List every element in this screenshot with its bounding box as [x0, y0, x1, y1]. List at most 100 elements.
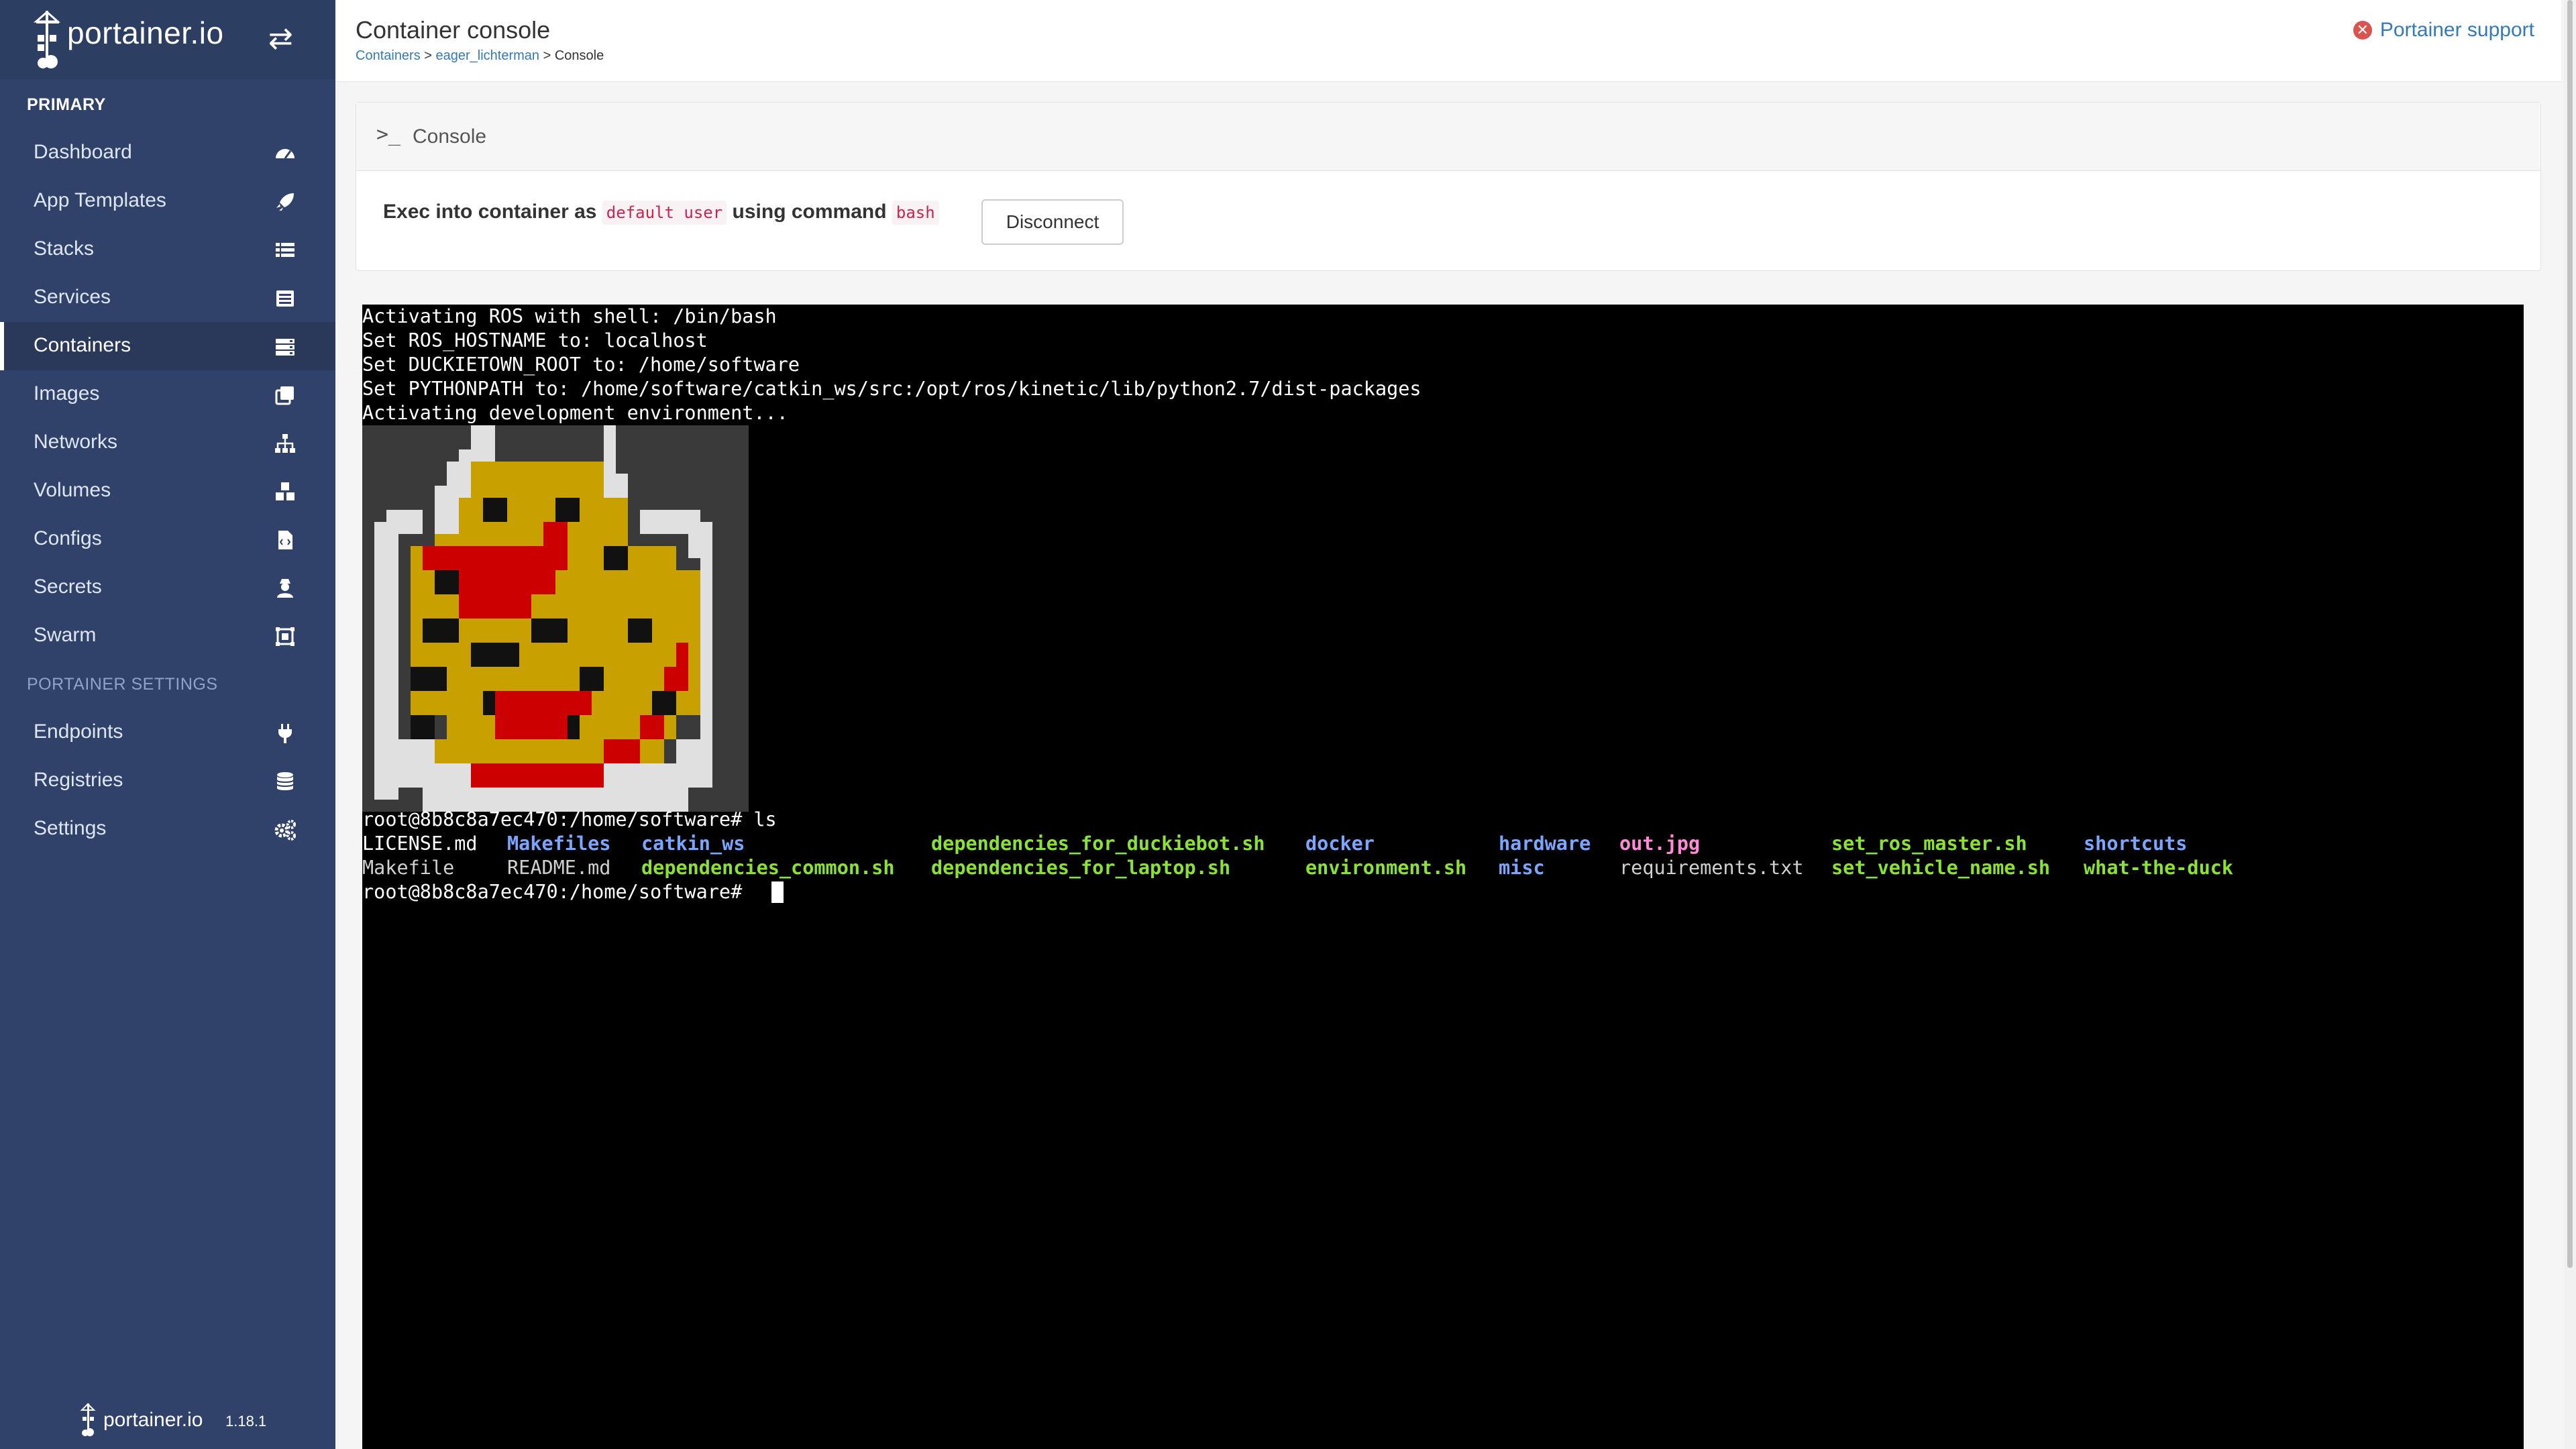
terminal-prompt-ls: root@8b8c8a7ec470:/home/software# ls	[362, 808, 777, 830]
terminal-icon: >_	[376, 123, 401, 146]
breadcrumb-container-link[interactable]: eager_lichterman	[436, 48, 540, 63]
sidebar-item-label: Volumes	[34, 479, 111, 501]
panel-title: Console	[413, 125, 487, 148]
breadcrumb-containers-link[interactable]: Containers	[356, 48, 421, 63]
terminal-line: Set PYTHONPATH to: /home/software/catkin…	[362, 378, 1421, 400]
sitemap-icon	[275, 434, 295, 453]
sidebar-item-secrets[interactable]: Secrets	[0, 564, 335, 612]
sidebar-item-label: Configs	[34, 527, 102, 549]
sidebar-item-networks[interactable]: Networks	[0, 419, 335, 467]
ls-entry: set_ros_master.sh	[1831, 833, 2027, 855]
terminal-line: Set ROS_HOSTNAME to: localhost	[362, 329, 708, 352]
user-secret-icon	[277, 579, 293, 598]
sidebar-item-label: Images	[34, 382, 100, 405]
sidebar-item-services[interactable]: Services	[0, 274, 335, 322]
server-icon	[276, 339, 294, 356]
list-icon	[276, 243, 294, 257]
panel-header: >_ Console	[356, 103, 2540, 171]
sidebar: portainer.io ⇄ PRIMARY Dashboard App Tem…	[0, 0, 335, 1449]
page-header: Container console Containers > eager_lic…	[335, 0, 2561, 82]
page-scrollbar-thumb[interactable]	[2567, 0, 2573, 1268]
sidebar-item-label: App Templates	[34, 189, 166, 211]
ls-entry: hardware	[1499, 833, 1591, 855]
exec-prefix: Exec into container as	[383, 201, 597, 223]
cubes-icon	[276, 482, 294, 500]
sidebar-item-label: Services	[34, 286, 111, 308]
dashboard-icon	[276, 149, 294, 159]
ls-entry: what-the-duck	[2084, 857, 2234, 879]
terminal[interactable]: Activating ROS with shell: /bin/bash Set…	[362, 305, 2524, 1449]
exec-description: Exec into container as default user usin…	[383, 201, 939, 225]
brand-bar: portainer.io ⇄	[0, 0, 335, 79]
ls-entry: dependencies_for_laptop.sh	[931, 857, 1231, 879]
exchange-icon[interactable]: ⇄	[268, 24, 302, 54]
sidebar-item-label: Secrets	[34, 576, 102, 598]
terminal-line: Set DUCKIETOWN_ROOT to: /home/software	[362, 354, 800, 376]
sidebar-item-label: Dashboard	[34, 141, 132, 163]
ls-entry: README.md	[507, 857, 611, 879]
database-icon	[276, 772, 294, 790]
sidebar-item-label: Swarm	[34, 624, 97, 646]
clone-icon	[275, 386, 294, 405]
ls-entry: LICENSE.md	[362, 833, 478, 855]
sidebar-item-volumes[interactable]: Volumes	[0, 467, 335, 515]
sidebar-item-dashboard[interactable]: Dashboard	[0, 129, 335, 177]
ls-entry: environment.sh	[1305, 857, 1467, 879]
sidebar-item-stacks[interactable]: Stacks	[0, 225, 335, 274]
file-code-icon	[278, 531, 292, 549]
sidebar-item-registries[interactable]: Registries	[0, 757, 335, 805]
object-group-icon	[276, 627, 294, 646]
breadcrumb-separator: >	[539, 48, 555, 63]
portainer-support-link[interactable]: ✕ Portainer support	[2353, 19, 2534, 42]
terminal-line: Activating ROS with shell: /bin/bash	[362, 305, 777, 327]
ls-entry: requirements.txt	[1619, 857, 1804, 879]
ls-entry: out.jpg	[1619, 833, 1701, 855]
sidebar-heading-primary: PRIMARY	[27, 95, 106, 114]
page-title: Container console	[356, 16, 551, 44]
duck-ascii-art-icon	[362, 425, 749, 812]
ls-entry: Makefile	[362, 857, 455, 879]
times-circle-icon: ✕	[2353, 21, 2372, 40]
ls-entry: docker	[1305, 833, 1375, 855]
exec-command: bash	[892, 201, 939, 225]
ls-entry: dependencies_for_duckiebot.sh	[931, 833, 1265, 855]
sidebar-item-settings[interactable]: Settings	[0, 805, 335, 853]
footer-version: 1.18.1	[225, 1413, 267, 1430]
ls-entry: shortcuts	[2084, 833, 2188, 855]
sidebar-item-label: Stacks	[34, 237, 95, 260]
ls-entry: catkin_ws	[641, 833, 745, 855]
ls-entry: Makefiles	[507, 833, 611, 855]
breadcrumb-current: Console	[554, 48, 604, 63]
ls-entry: set_vehicle_name.sh	[1831, 857, 2051, 879]
sidebar-item-endpoints[interactable]: Endpoints	[0, 708, 335, 757]
sidebar-item-label: Containers	[34, 334, 131, 356]
breadcrumb-separator: >	[420, 48, 436, 63]
cogs-icon	[274, 820, 296, 841]
terminal-cursor	[771, 881, 784, 903]
support-label: Portainer support	[2379, 19, 2534, 41]
sidebar-item-images[interactable]: Images	[0, 370, 335, 419]
rocket-icon	[276, 193, 294, 211]
disconnect-button[interactable]: Disconnect	[981, 199, 1124, 245]
exec-user: default user	[602, 201, 727, 225]
sidebar-item-configs[interactable]: Configs	[0, 515, 335, 564]
terminal-prompt-final: root@8b8c8a7ec470:/home/software#	[362, 881, 754, 903]
sidebar-heading-settings: PORTAINER SETTINGS	[27, 675, 218, 694]
sidebar-item-label: Settings	[34, 817, 107, 839]
exec-using: using command	[732, 201, 887, 223]
brand-name[interactable]: portainer.io	[67, 15, 224, 51]
list-alt-icon	[276, 290, 294, 307]
terminal-line: Activating development environment...	[362, 402, 788, 424]
sidebar-item-label: Registries	[34, 769, 123, 791]
sidebar-item-app-templates[interactable]: App Templates	[0, 177, 335, 225]
sidebar-item-label: Networks	[34, 431, 118, 453]
sidebar-item-label: Endpoints	[34, 720, 123, 743]
ls-entry: dependencies_common.sh	[641, 857, 895, 879]
portainer-footer-logo-icon	[80, 1403, 96, 1436]
ls-entry: misc	[1499, 857, 1545, 879]
plug-icon	[278, 724, 292, 743]
console-panel: >_ Console Exec into container as defaul…	[356, 102, 2541, 271]
sidebar-item-swarm[interactable]: Swarm	[0, 612, 335, 660]
sidebar-item-containers[interactable]: Containers	[0, 322, 335, 370]
footer-brand-name: portainer.io	[103, 1409, 203, 1431]
